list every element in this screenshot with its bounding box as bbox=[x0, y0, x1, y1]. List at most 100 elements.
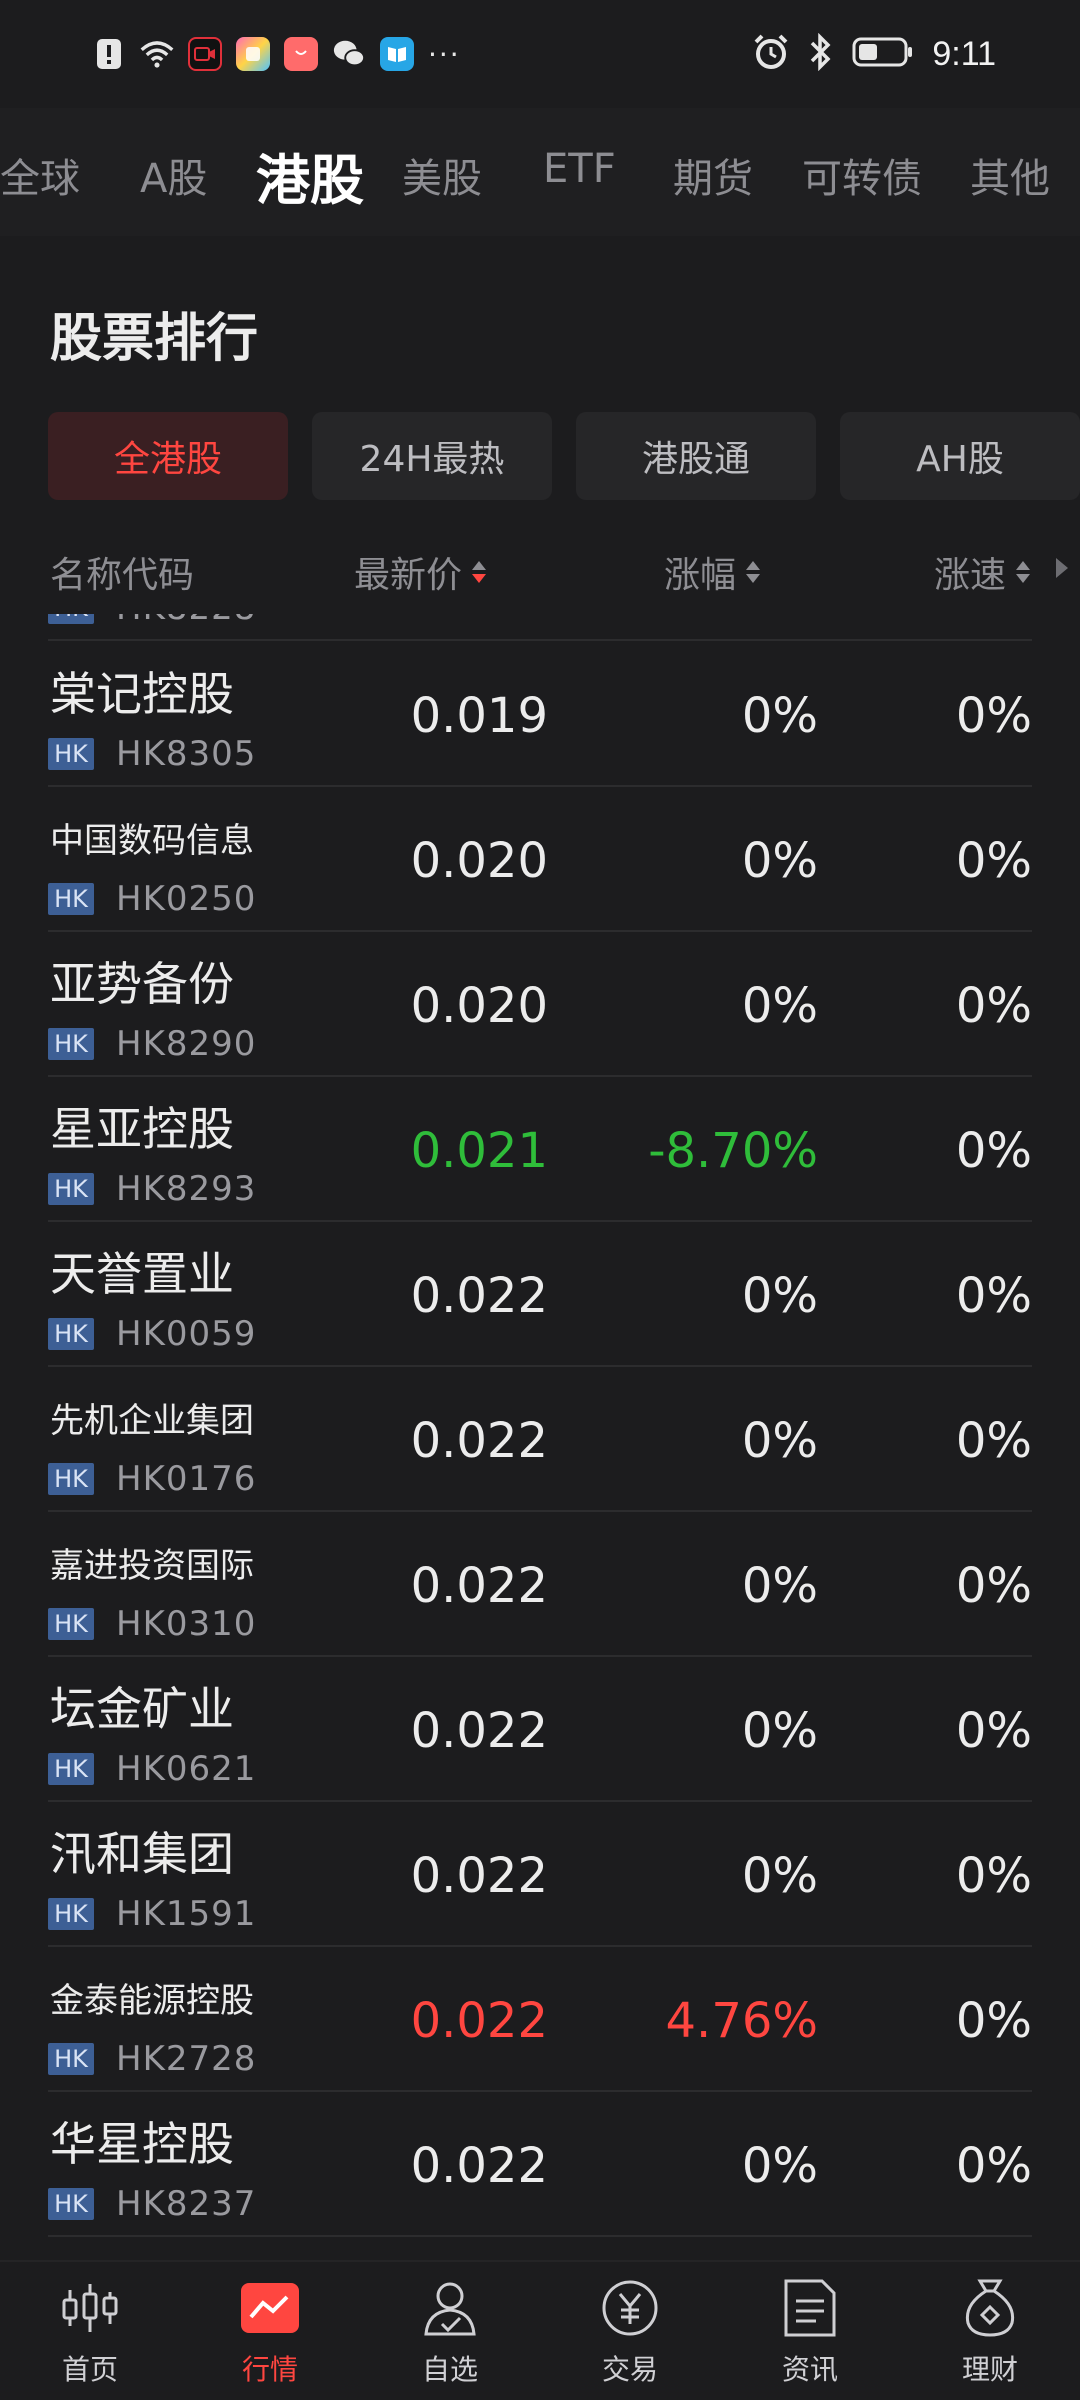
change-percent: 0% bbox=[741, 1703, 818, 1759]
wechat-icon bbox=[332, 37, 366, 71]
status-bar: ··· 9:11 bbox=[0, 0, 1080, 108]
chip-stock-connect[interactable]: 港股通 bbox=[576, 412, 816, 500]
tab-etf[interactable]: ETF bbox=[543, 146, 616, 192]
change-speed: 0% bbox=[955, 1703, 1032, 1759]
hk-badge: HK bbox=[48, 883, 94, 915]
code-wrap: HK HK8293 bbox=[48, 1169, 256, 1209]
stock-code: HK0621 bbox=[116, 1749, 257, 1789]
latest-price: 0.022 bbox=[410, 1413, 548, 1469]
code-wrap: HK HK8237 bbox=[48, 2184, 256, 2224]
nav-label: 自选 bbox=[421, 2353, 478, 2386]
sort-icon bbox=[1016, 561, 1031, 583]
code-wrap: HK HK8228 bbox=[48, 614, 256, 628]
table-row[interactable]: 汛和集团 HK HK1591 0.022 0% 0% bbox=[48, 1802, 1032, 1947]
nav-market[interactable]: 行情 bbox=[210, 2276, 330, 2388]
news-icon bbox=[778, 2276, 842, 2340]
code-wrap: HK HK8305 bbox=[48, 734, 256, 774]
alert-icon bbox=[92, 37, 126, 71]
latest-price: 0.022 bbox=[410, 1558, 548, 1614]
stock-code: HK8228 bbox=[116, 614, 256, 628]
status-left-icons: ··· bbox=[92, 32, 461, 76]
change-percent: 0% bbox=[741, 1413, 818, 1469]
column-change-label: 涨幅 bbox=[664, 555, 737, 596]
latest-price: 0.022 bbox=[410, 2138, 548, 2194]
latest-price: 0.022 bbox=[410, 1993, 548, 2049]
table-row[interactable]: 棠记控股 HK HK8305 0.019 0% 0% bbox=[48, 642, 1032, 787]
stock-code: HK0176 bbox=[116, 1459, 257, 1499]
app-icon-colorful bbox=[236, 37, 270, 71]
change-speed: 0% bbox=[955, 833, 1032, 889]
hk-badge: HK bbox=[48, 1463, 94, 1495]
stock-name: 华星控股 bbox=[50, 2117, 234, 2171]
stock-code: HK0059 bbox=[116, 1314, 257, 1354]
stock-list[interactable]: HK HK8228 棠记控股HKHK83050.0190%0%中国数码信息HKH… bbox=[0, 614, 1080, 2260]
market-tabs: 全球 A股 港股 美股 ETF 期货 可转债 其他 bbox=[0, 108, 1080, 236]
stock-name: 嘉进投资国际 bbox=[50, 1546, 254, 1586]
tab-others[interactable]: 其他 bbox=[970, 146, 1050, 204]
tab-a-shares[interactable]: A股 bbox=[140, 146, 207, 204]
nav-home[interactable]: 首页 bbox=[30, 2276, 150, 2388]
stock-name: 金泰能源控股 bbox=[50, 1981, 254, 2021]
column-change-sort[interactable]: 涨幅 bbox=[664, 546, 761, 598]
hk-badge: HK bbox=[48, 738, 94, 770]
hk-badge: HK bbox=[48, 1318, 94, 1350]
sort-desc-icon bbox=[472, 561, 487, 583]
stock-name: 亚势备份 bbox=[50, 957, 234, 1011]
hk-badge: HK bbox=[48, 614, 94, 624]
alarm-icon bbox=[752, 33, 790, 75]
table-row-partial[interactable]: HK HK8228 bbox=[48, 614, 1032, 641]
table-row[interactable]: 金泰能源控股 HK HK2728 0.022 4.76% 0% bbox=[48, 1947, 1032, 2092]
chip-24h-hot[interactable]: 24H最热 bbox=[312, 412, 552, 500]
change-speed: 0% bbox=[955, 1993, 1032, 2049]
hk-badge: HK bbox=[48, 1028, 94, 1060]
stock-code: HK8290 bbox=[116, 1024, 257, 1064]
book-app-icon bbox=[380, 37, 414, 71]
change-percent: 0% bbox=[741, 2138, 818, 2194]
hk-badge: HK bbox=[48, 1173, 94, 1205]
nav-watchlist[interactable]: 自选 bbox=[390, 2276, 510, 2388]
change-percent: -8.70% bbox=[648, 1123, 818, 1179]
candlestick-icon bbox=[58, 2276, 122, 2340]
table-row[interactable]: 中国数码信息 HK HK0250 0.020 0% 0% bbox=[48, 787, 1032, 932]
table-row[interactable]: 天誉置业 HK HK0059 0.022 0% 0% bbox=[48, 1222, 1032, 1367]
change-speed: 0% bbox=[955, 2138, 1032, 2194]
column-price-sort[interactable]: 最新价 bbox=[354, 546, 487, 598]
code-wrap: HK HK0310 bbox=[48, 1604, 256, 1644]
tab-futures[interactable]: 期货 bbox=[673, 146, 753, 204]
tab-convertible-bonds[interactable]: 可转债 bbox=[802, 146, 922, 204]
latest-price: 0.022 bbox=[410, 1848, 548, 1904]
change-speed: 0% bbox=[955, 1558, 1032, 1614]
chip-all-hk[interactable]: 全港股 bbox=[48, 412, 288, 500]
chip-ah-shares[interactable]: AH股 bbox=[840, 412, 1080, 500]
latest-price: 0.020 bbox=[410, 978, 548, 1034]
nav-news[interactable]: 资讯 bbox=[750, 2276, 870, 2388]
stock-code: HK2728 bbox=[116, 2039, 257, 2079]
change-percent: 0% bbox=[741, 1848, 818, 1904]
latest-price: 0.020 bbox=[410, 833, 548, 889]
table-row[interactable]: 先机企业集团 HK HK0176 0.022 0% 0% bbox=[48, 1367, 1032, 1512]
tab-us-stocks[interactable]: 美股 bbox=[402, 146, 482, 204]
change-speed: 0% bbox=[955, 1268, 1032, 1324]
column-speed-sort[interactable]: 涨速 bbox=[934, 546, 1031, 598]
table-row[interactable]: 星亚控股 HK HK8293 0.021 -8.70% 0% bbox=[48, 1077, 1032, 1222]
scroll-right-arrow-icon[interactable] bbox=[1056, 558, 1068, 578]
stock-code: HK1591 bbox=[116, 1894, 257, 1934]
nav-wealth[interactable]: 理财 bbox=[930, 2276, 1050, 2388]
change-percent: 0% bbox=[741, 978, 818, 1034]
column-speed-label: 涨速 bbox=[934, 555, 1007, 596]
tab-hk-stocks[interactable]: 港股 bbox=[256, 136, 364, 215]
stock-name: 汛和集团 bbox=[50, 1827, 234, 1881]
table-row[interactable]: 嘉进投资国际 HK HK0310 0.022 0% 0% bbox=[48, 1512, 1032, 1657]
wifi-icon bbox=[140, 37, 174, 71]
table-row[interactable]: 华星控股 HK HK8237 0.022 0% 0% bbox=[48, 2092, 1032, 2237]
sort-icon bbox=[746, 561, 761, 583]
code-wrap: HK HK1591 bbox=[48, 1894, 256, 1934]
stock-code: HK8237 bbox=[116, 2184, 257, 2224]
nav-trade[interactable]: 交易 bbox=[570, 2276, 690, 2388]
stock-name: 中国数码信息 bbox=[50, 821, 254, 861]
stock-name: 先机企业集团 bbox=[50, 1401, 254, 1441]
table-row[interactable]: 坛金矿业 HK HK0621 0.022 0% 0% bbox=[48, 1657, 1032, 1802]
tab-global[interactable]: 全球 bbox=[0, 146, 80, 204]
table-row[interactable]: 亚势备份 HK HK8290 0.020 0% 0% bbox=[48, 932, 1032, 1077]
hk-badge: HK bbox=[48, 1898, 94, 1930]
